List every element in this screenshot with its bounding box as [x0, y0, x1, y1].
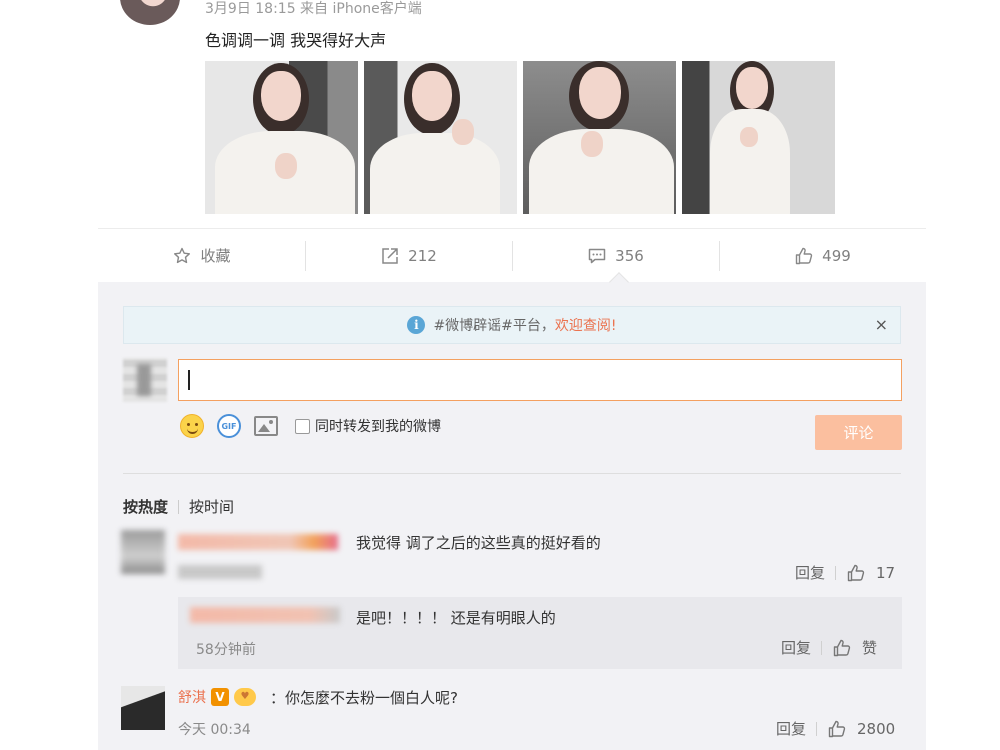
reply-thread: 是吧！！！！ 还是有明眼人的 58分钟前 回复 赞	[178, 597, 902, 669]
commenter-name-text: 舒淇	[178, 690, 206, 706]
repost-checkbox-label[interactable]: 同时转发到我的微博	[315, 416, 441, 436]
comment-count: 356	[615, 246, 644, 265]
thumbs-up-icon[interactable]	[832, 638, 852, 658]
like-button[interactable]: 499	[719, 229, 926, 282]
commenter-avatar[interactable]	[121, 530, 165, 574]
gif-icon[interactable]: GIF	[217, 414, 241, 438]
reply-time: 58分钟前	[196, 642, 256, 658]
close-icon[interactable]: ×	[875, 315, 888, 334]
comment-actions: 回复 17	[795, 562, 895, 583]
comment-time-redacted	[178, 565, 262, 579]
reply-button[interactable]: 回复	[781, 637, 811, 658]
commenter-name-redacted[interactable]	[178, 534, 338, 550]
info-icon: i	[407, 316, 426, 334]
thumbs-up-icon[interactable]	[827, 719, 847, 739]
sort-by-hot-tab[interactable]: 按热度	[123, 496, 168, 517]
comment-text: ：你怎麼不去粉一個白人呢?	[270, 689, 458, 707]
reply-text: 是吧！！！！ 还是有明眼人的	[356, 609, 556, 627]
sort-by-time-tab[interactable]: 按时间	[189, 496, 234, 517]
reply-like-label: 赞	[862, 639, 878, 657]
thumbs-up-icon[interactable]	[846, 563, 866, 583]
level-badge: ♥	[234, 688, 256, 706]
comment-panel: i #微博辟谣#平台，欢迎查阅! × GIF 同时转发到我的微博 评论 按热度 …	[98, 282, 926, 750]
author-avatar[interactable]	[120, 0, 180, 25]
divider	[123, 473, 901, 474]
thumbs-up-icon	[795, 247, 813, 264]
post-action-bar: 收藏 212 356 499	[98, 228, 926, 282]
post-photo-2[interactable]	[364, 61, 517, 214]
notice-link[interactable]: 欢迎查阅!	[555, 318, 617, 334]
commenter-name[interactable]: 舒淇 V ♥	[178, 687, 256, 707]
comment-input[interactable]	[178, 359, 902, 401]
comment-time: 今天 00:34	[178, 722, 251, 738]
post-photo-4[interactable]	[682, 61, 835, 214]
reply-actions: 回复 赞	[781, 637, 877, 658]
photo-grid	[205, 61, 835, 214]
composer-toolbar: GIF 同时转发到我的微博	[180, 414, 441, 438]
like-count: 499	[822, 246, 851, 265]
share-icon	[382, 247, 398, 264]
favorite-button[interactable]: 收藏	[98, 229, 305, 282]
sort-separator	[178, 499, 180, 514]
current-user-avatar	[123, 358, 167, 402]
verified-badge: V	[211, 688, 229, 706]
reply-author-redacted[interactable]	[190, 607, 340, 623]
image-icon[interactable]	[254, 416, 278, 436]
comment-icon	[588, 248, 606, 263]
submit-comment-button[interactable]: 评论	[815, 415, 902, 450]
reply-button[interactable]: 回复	[795, 562, 825, 583]
comment-like-count: 17	[876, 563, 896, 582]
comment-actions: 回复 2800	[776, 718, 895, 739]
text-cursor	[188, 370, 190, 390]
notice-text: #微博辟谣#平台，	[433, 318, 555, 334]
post-text: 色调调一调 我哭得好大声	[205, 31, 387, 50]
favorite-label: 收藏	[200, 247, 231, 265]
post-meta: 3月9日 18:15 来自 iPhone客户端	[205, 1, 422, 17]
rumor-notice-bar: i #微博辟谣#平台，欢迎查阅! ×	[123, 306, 901, 344]
commenter-avatar[interactable]	[121, 686, 165, 730]
comment-text: 我觉得 调了之后的这些真的挺好看的	[356, 534, 601, 552]
star-icon	[174, 247, 191, 263]
post-photo-3[interactable]	[523, 61, 676, 214]
post-photo-1[interactable]	[205, 61, 358, 214]
repost-checkbox[interactable]	[295, 418, 310, 434]
comment-like-count: 2800	[857, 719, 896, 738]
repost-button[interactable]: 212	[305, 229, 512, 282]
reply-button[interactable]: 回复	[776, 718, 806, 739]
emoji-icon[interactable]	[180, 414, 204, 438]
repost-count: 212	[408, 246, 437, 265]
sort-tabs: 按热度 按时间	[123, 496, 234, 517]
